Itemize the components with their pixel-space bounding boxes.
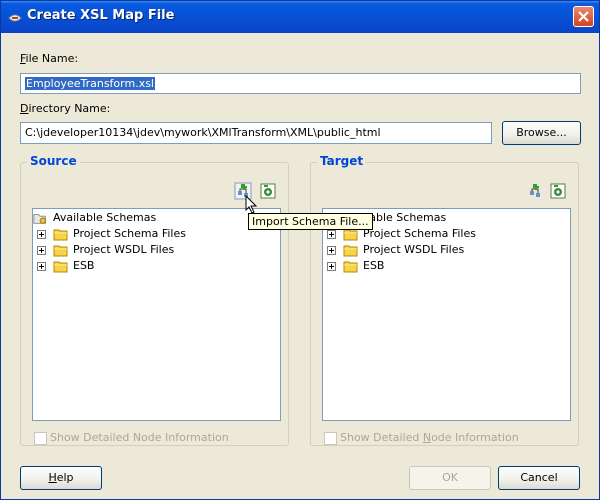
expand-icon[interactable] [327, 262, 336, 271]
expand-icon[interactable] [37, 246, 46, 255]
tree-label: Project WSDL Files [73, 243, 175, 256]
mouse-cursor-icon [245, 195, 258, 214]
target-schema-tree[interactable]: Available Schemas Project Schema Files P… [322, 208, 571, 421]
folder-icon [53, 229, 68, 241]
schema-settings-icon[interactable] [259, 182, 277, 200]
dialog-body: File Name: EmployeeTransform.xsl Directo… [4, 33, 596, 497]
tree-node[interactable]: ESB [33, 258, 280, 274]
window-title: Create XSL Map File [27, 8, 175, 23]
folder-icon [53, 245, 68, 257]
directory-name-label: Directory Name: [20, 102, 111, 115]
tree-node[interactable]: Project Schema Files [33, 226, 280, 242]
source-schema-tree[interactable]: Available Schemas Project Schema Files P… [32, 208, 281, 421]
tree-node-root[interactable]: Available Schemas [33, 210, 280, 226]
expand-icon[interactable] [37, 262, 46, 271]
browse-button[interactable]: Browse... [502, 121, 581, 145]
import-schema-tooltip: Import Schema File... [248, 213, 373, 230]
tree-label: ESB [363, 259, 385, 272]
create-xsl-map-dialog: Create XSL Map File File Name: EmployeeT… [0, 0, 600, 500]
schema-settings-icon[interactable] [549, 182, 567, 200]
app-icon [8, 14, 22, 22]
target-detail-checkbox[interactable] [324, 432, 337, 445]
tree-label: Available Schemas [53, 211, 157, 224]
file-name-label: File Name: [20, 52, 79, 65]
expand-icon[interactable] [37, 230, 46, 239]
schemas-icon [33, 214, 46, 224]
help-button[interactable]: Help [20, 466, 102, 490]
add-schema-icon[interactable] [526, 182, 544, 200]
directory-name-field[interactable]: C:\jdeveloper10134\jdev\mywork\XMlTransf… [20, 122, 492, 144]
tree-label: Project WSDL Files [363, 243, 465, 256]
tree-label: ESB [73, 259, 95, 272]
source-detail-label: Show Detailed Node Information [50, 431, 229, 444]
tree-node[interactable]: ESB [323, 258, 570, 274]
source-title: Source [27, 154, 80, 168]
cancel-button[interactable]: Cancel [498, 466, 580, 490]
file-name-field[interactable]: EmployeeTransform.xsl [20, 73, 581, 94]
folder-icon [343, 245, 358, 257]
close-button[interactable] [573, 6, 594, 27]
tree-label: Project Schema Files [363, 227, 476, 240]
expand-icon[interactable] [327, 230, 336, 239]
target-group: Target Available Schemas Project Schema … [310, 154, 579, 446]
title-bar[interactable]: Create XSL Map File [1, 1, 599, 33]
folder-icon [343, 261, 358, 273]
target-title: Target [317, 154, 367, 168]
folder-icon [53, 261, 68, 273]
tree-node[interactable]: Project WSDL Files [33, 242, 280, 258]
tree-label: Project Schema Files [73, 227, 186, 240]
tree-node[interactable]: Project WSDL Files [323, 242, 570, 258]
source-detail-checkbox[interactable] [34, 432, 47, 445]
expand-icon[interactable] [327, 246, 336, 255]
target-detail-label: Show Detailed Node Information [340, 431, 519, 444]
close-icon [578, 11, 589, 22]
ok-button[interactable]: OK [409, 466, 491, 490]
